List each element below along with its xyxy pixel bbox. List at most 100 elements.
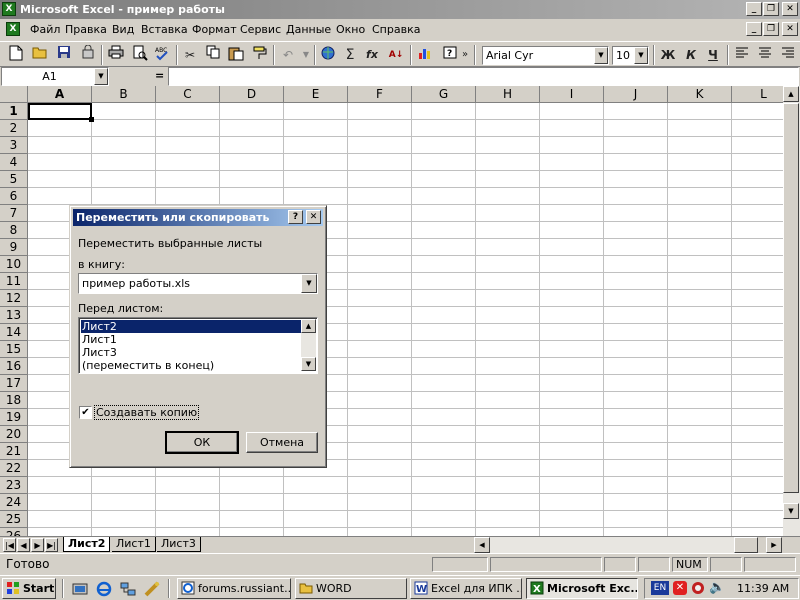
- row-header-22[interactable]: 22: [0, 460, 28, 477]
- permission-icon[interactable]: [78, 44, 98, 65]
- row-header-6[interactable]: 6: [0, 188, 28, 205]
- undo-dropdown-icon[interactable]: ▼: [296, 45, 316, 65]
- align-left-icon[interactable]: [732, 45, 752, 65]
- menu-file[interactable]: Файл: [30, 23, 60, 36]
- chart-wizard-icon[interactable]: [415, 45, 435, 65]
- create-copy-checkbox[interactable]: ✔: [79, 406, 92, 419]
- sheet-tab[interactable]: Лист1: [112, 537, 156, 552]
- chevron-down-icon[interactable]: ▼: [301, 274, 317, 293]
- cut-icon[interactable]: ✂: [180, 45, 200, 65]
- volume-icon[interactable]: 🔈: [709, 580, 725, 595]
- maximize-button[interactable]: ❐: [763, 2, 779, 16]
- first-sheet-icon[interactable]: |◀: [3, 538, 16, 552]
- to-book-select[interactable]: пример работы.xls ▼: [78, 273, 318, 294]
- menu-insert[interactable]: Вставка: [141, 23, 188, 36]
- row-header-18[interactable]: 18: [0, 392, 28, 409]
- new-document-icon[interactable]: [6, 45, 26, 65]
- help-assistant-icon[interactable]: ?: [440, 45, 460, 65]
- horizontal-scroll-thumb[interactable]: [734, 537, 758, 553]
- ok-button[interactable]: ОК: [165, 431, 239, 454]
- print-preview-icon[interactable]: [130, 45, 150, 65]
- hyperlink-icon[interactable]: [318, 45, 338, 65]
- chevron-down-icon[interactable]: ▼: [94, 68, 108, 85]
- column-header-d[interactable]: D: [220, 86, 284, 103]
- italic-button[interactable]: К: [681, 45, 701, 65]
- row-header-11[interactable]: 11: [0, 273, 28, 290]
- show-desktop-icon[interactable]: [72, 581, 88, 597]
- prev-sheet-icon[interactable]: ◀: [17, 538, 30, 552]
- row-header-16[interactable]: 16: [0, 358, 28, 375]
- list-scroll-track[interactable]: [301, 333, 316, 357]
- next-sheet-icon[interactable]: ▶: [31, 538, 44, 552]
- create-copy-label[interactable]: Создавать копию: [94, 405, 200, 420]
- formula-input[interactable]: [168, 67, 799, 86]
- internet-explorer-icon[interactable]: [96, 581, 112, 597]
- close-button[interactable]: ✕: [782, 2, 798, 16]
- scroll-up-icon[interactable]: ▲: [783, 86, 799, 102]
- row-header-12[interactable]: 12: [0, 290, 28, 307]
- sort-ascending-icon[interactable]: A↓: [386, 45, 406, 65]
- task-word-document[interactable]: W Excel для ИПК ...: [410, 578, 522, 599]
- list-item[interactable]: (переместить в конец): [81, 359, 301, 372]
- list-item[interactable]: Лист3: [81, 346, 301, 359]
- fill-handle[interactable]: [89, 117, 94, 122]
- row-header-13[interactable]: 13: [0, 307, 28, 324]
- undo-icon[interactable]: ↶: [278, 45, 298, 65]
- active-cell[interactable]: [28, 103, 92, 120]
- open-folder-icon[interactable]: [30, 45, 50, 65]
- before-sheet-list[interactable]: Лист2 Лист1 Лист3 (переместить в конец) …: [78, 317, 318, 374]
- utility-icon[interactable]: [144, 581, 160, 597]
- cancel-button[interactable]: Отмена: [246, 432, 318, 453]
- paste-icon[interactable]: [226, 45, 246, 65]
- start-button[interactable]: Start: [2, 578, 56, 599]
- doc-restore-button[interactable]: ❐: [763, 22, 779, 36]
- row-header-9[interactable]: 9: [0, 239, 28, 256]
- list-item[interactable]: Лист1: [81, 333, 301, 346]
- row-header-10[interactable]: 10: [0, 256, 28, 273]
- language-indicator[interactable]: EN: [651, 581, 669, 595]
- document-icon[interactable]: X: [6, 22, 20, 36]
- column-header-a[interactable]: A: [28, 86, 92, 103]
- list-scroll-down-icon[interactable]: ▼: [301, 357, 316, 371]
- row-header-19[interactable]: 19: [0, 409, 28, 426]
- row-header-1[interactable]: 1: [0, 103, 28, 120]
- minimize-button[interactable]: _: [746, 2, 762, 16]
- menu-help[interactable]: Справка: [372, 23, 420, 36]
- menu-data[interactable]: Данные: [286, 23, 331, 36]
- column-header-c[interactable]: C: [156, 86, 220, 103]
- vertical-scrollbar[interactable]: ▲ ▼: [783, 86, 800, 536]
- equals-sign[interactable]: =: [155, 69, 164, 82]
- network-icon[interactable]: [120, 581, 136, 597]
- dialog-help-button[interactable]: ?: [288, 210, 303, 224]
- autosum-icon[interactable]: Σ: [340, 45, 360, 65]
- name-box[interactable]: A1 ▼: [1, 67, 109, 86]
- horizontal-scroll-track[interactable]: [490, 537, 734, 553]
- sheet-tab-active[interactable]: Лист2: [63, 537, 111, 552]
- row-header-23[interactable]: 23: [0, 477, 28, 494]
- task-forums[interactable]: forums.russiant...: [177, 578, 291, 599]
- copy-icon[interactable]: [203, 45, 223, 65]
- row-header-7[interactable]: 7: [0, 205, 28, 222]
- row-header-14[interactable]: 14: [0, 324, 28, 341]
- scroll-right-icon[interactable]: ▶: [766, 537, 782, 553]
- row-header-25[interactable]: 25: [0, 511, 28, 528]
- format-painter-icon[interactable]: [250, 45, 270, 65]
- row-header-3[interactable]: 3: [0, 137, 28, 154]
- column-header-g[interactable]: G: [412, 86, 476, 103]
- doc-close-button[interactable]: ✕: [782, 22, 798, 36]
- row-header-2[interactable]: 2: [0, 120, 28, 137]
- dialog-close-button[interactable]: ✕: [306, 210, 321, 224]
- antivirus-icon[interactable]: ✕: [673, 581, 687, 595]
- task-excel[interactable]: X Microsoft Exc...: [526, 578, 638, 599]
- column-header-i[interactable]: I: [540, 86, 604, 103]
- menu-tools[interactable]: Сервис: [240, 23, 281, 36]
- sheet-tab[interactable]: Лист3: [157, 537, 201, 552]
- menu-format[interactable]: Формат: [192, 23, 237, 36]
- column-header-k[interactable]: K: [668, 86, 732, 103]
- row-header-15[interactable]: 15: [0, 341, 28, 358]
- scroll-left-icon[interactable]: ◀: [474, 537, 490, 553]
- underline-button[interactable]: Ч: [703, 45, 723, 65]
- print-icon[interactable]: [106, 45, 126, 65]
- row-header-21[interactable]: 21: [0, 443, 28, 460]
- column-header-j[interactable]: J: [604, 86, 668, 103]
